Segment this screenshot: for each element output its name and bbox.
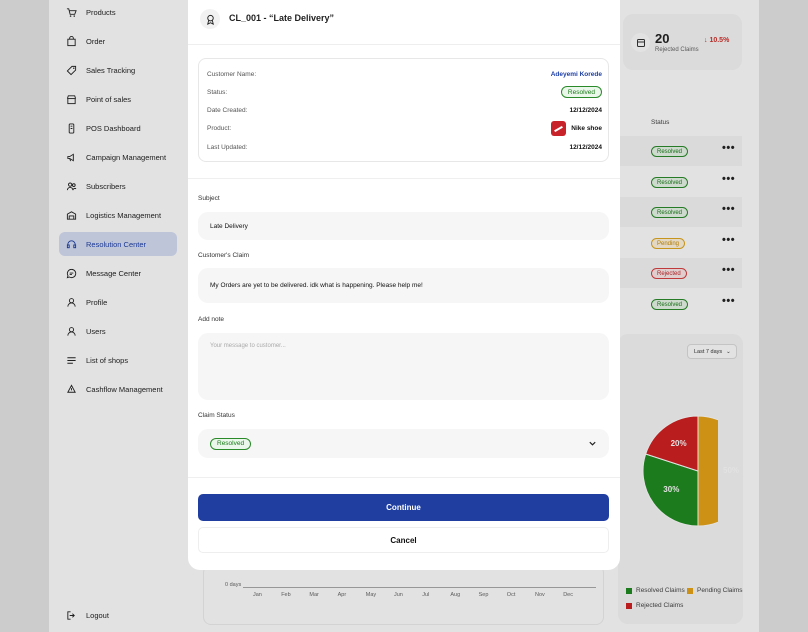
last-updated-label: Last Updated: <box>207 143 248 151</box>
product-name: Nike shoe <box>571 124 602 132</box>
status-badge: Resolved <box>560 86 602 98</box>
customer-claim-label: Customer's Claim <box>198 252 250 259</box>
date-created-row: Date Created: 12/12/2024 <box>207 104 602 116</box>
last-updated-row: Last Updated: 12/12/2024 <box>207 141 602 153</box>
customer-claim-field[interactable]: My Orders are yet to be delivered. idk w… <box>198 268 609 303</box>
product-value-wrap: Nike shoe <box>551 120 602 136</box>
customer-label: Customer Name: <box>207 70 257 78</box>
subject-field[interactable]: Late Delivery <box>198 212 609 240</box>
customer-row: Customer Name: Adeyemi Korede <box>207 68 602 80</box>
claim-detail-modal: CL_001 - “Late Delivery” Customer Name: … <box>188 0 620 570</box>
continue-button[interactable]: Continue <box>198 494 609 521</box>
last-updated-value: 12/12/2024 <box>569 143 602 151</box>
date-created-value: 12/12/2024 <box>569 106 602 114</box>
modal-header: CL_001 - “Late Delivery” <box>188 0 620 45</box>
claim-status-select[interactable]: Resolved <box>198 429 609 458</box>
customer-name-link[interactable]: Adeyemi Korede <box>551 71 602 78</box>
product-thumbnail <box>551 120 567 136</box>
date-created-label: Date Created: <box>207 106 248 114</box>
add-note-label: Add note <box>198 316 225 323</box>
claim-status-label: Claim Status <box>198 412 235 419</box>
claim-status-value: Resolved <box>210 437 252 450</box>
product-row: Product: Nike shoe <box>207 120 602 136</box>
status-row: Status: Resolved <box>207 86 602 98</box>
add-note-textarea[interactable] <box>198 333 609 400</box>
claim-info-card: Customer Name: Adeyemi Korede Status: Re… <box>198 58 609 162</box>
footer-divider <box>188 477 620 478</box>
subject-label: Subject <box>198 195 220 202</box>
section-divider <box>188 178 620 179</box>
cancel-button[interactable]: Cancel <box>198 527 609 553</box>
award-badge-icon <box>200 9 220 29</box>
modal-title: CL_001 - “Late Delivery” <box>229 13 335 23</box>
status-label: Status: <box>207 88 228 96</box>
chevron-down-icon <box>589 441 596 446</box>
product-label: Product: <box>207 124 232 132</box>
